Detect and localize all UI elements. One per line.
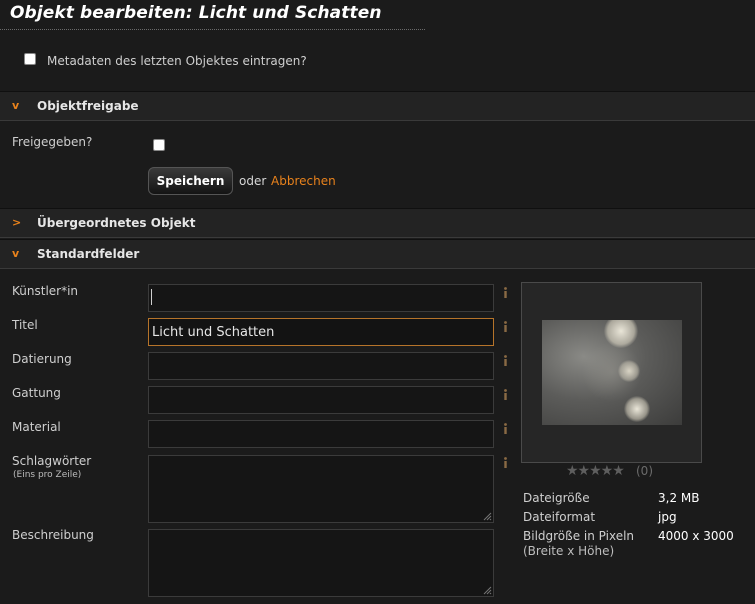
- file-size-value: 3,2 MB: [658, 491, 700, 505]
- title-divider: [0, 29, 425, 30]
- info-icon[interactable]: [503, 355, 508, 366]
- page-title: Objekt bearbeiten: Licht und Schatten: [10, 3, 382, 23]
- chevron-down-icon: v: [12, 247, 20, 260]
- section-standardfelder-label: Standardfelder: [37, 247, 140, 261]
- titel-input[interactable]: Licht und Schatten: [148, 318, 494, 346]
- pixel-size-value: 4000 x 3000: [658, 529, 734, 543]
- material-label: Material: [12, 420, 61, 434]
- cancel-link[interactable]: Abbrechen: [271, 174, 336, 188]
- gattung-label: Gattung: [12, 386, 61, 400]
- info-icon[interactable]: [503, 389, 508, 400]
- image-preview-frame: [521, 282, 702, 463]
- metadata-checkbox-label: Metadaten des letzten Objektes eintragen…: [47, 54, 307, 68]
- section-objektfreigabe-header[interactable]: v Objektfreigabe: [0, 91, 755, 121]
- file-format-value: jpg: [658, 510, 677, 524]
- text-cursor: [151, 289, 152, 305]
- resize-grip-icon[interactable]: [482, 511, 492, 521]
- save-button[interactable]: Speichern: [148, 167, 233, 195]
- section-standardfelder-header[interactable]: v Standardfelder: [0, 239, 755, 269]
- chevron-down-icon: v: [12, 99, 20, 112]
- datierung-input[interactable]: [148, 352, 494, 380]
- or-text: oder: [239, 174, 267, 188]
- titel-label: Titel: [12, 318, 38, 332]
- image-thumbnail[interactable]: [542, 320, 682, 425]
- rating-stars[interactable]: ★★★★★: [566, 463, 625, 479]
- kuenstler-label: Künstler*in: [12, 284, 79, 298]
- info-icon[interactable]: [503, 457, 508, 468]
- section-uebergeordnet-header[interactable]: > Übergeordnetes Objekt: [0, 208, 755, 238]
- file-format-label: Dateiformat: [523, 510, 596, 524]
- section-objektfreigabe-label: Objektfreigabe: [37, 99, 139, 113]
- file-size-label: Dateigröße: [523, 491, 590, 505]
- kuenstler-input[interactable]: [148, 284, 494, 312]
- pixel-size-hint: (Breite x Höhe): [523, 544, 615, 558]
- datierung-label: Datierung: [12, 352, 72, 366]
- beschreibung-label: Beschreibung: [12, 528, 94, 542]
- freigegeben-label: Freigegeben?: [12, 135, 93, 149]
- beschreibung-textarea[interactable]: [148, 529, 494, 597]
- freigegeben-checkbox[interactable]: [153, 139, 165, 151]
- pixel-size-label: Bildgröße in Pixeln: [523, 529, 635, 543]
- info-icon[interactable]: [503, 321, 508, 332]
- info-icon[interactable]: [503, 287, 508, 298]
- chevron-right-icon: >: [12, 216, 22, 229]
- metadata-checkbox[interactable]: [24, 53, 36, 65]
- info-icon[interactable]: [503, 423, 508, 434]
- section-uebergeordnet-label: Übergeordnetes Objekt: [37, 216, 196, 230]
- gattung-input[interactable]: [148, 386, 494, 414]
- schlagwoerter-hint: (Eins pro Zeile): [13, 470, 82, 480]
- material-input[interactable]: [148, 420, 494, 448]
- schlagwoerter-textarea[interactable]: [148, 455, 494, 523]
- schlagwoerter-label: Schlagwörter: [12, 454, 92, 468]
- rating-count: (0): [636, 464, 653, 478]
- resize-grip-icon[interactable]: [482, 585, 492, 595]
